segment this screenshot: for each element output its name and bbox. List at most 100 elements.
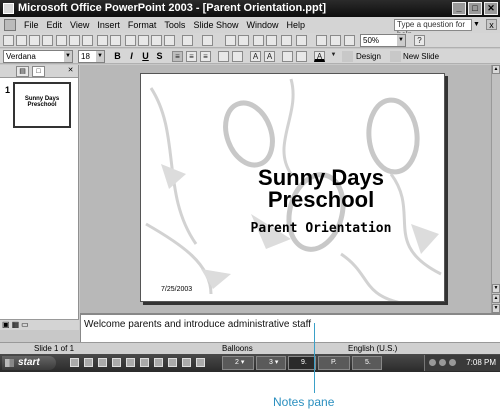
slide-canvas[interactable]: Sunny Days Preschool Parent Orientation …: [140, 73, 445, 302]
numbering-icon[interactable]: [218, 51, 229, 62]
copy-icon[interactable]: [138, 35, 149, 46]
undo-icon[interactable]: [182, 35, 193, 46]
quick-launch-icon[interactable]: [168, 358, 177, 367]
menu-window[interactable]: Window: [246, 17, 278, 33]
menu-format[interactable]: Format: [128, 17, 157, 33]
table-icon[interactable]: [253, 35, 264, 46]
menu-edit[interactable]: Edit: [47, 17, 63, 33]
decrease-font-icon[interactable]: A: [264, 51, 275, 62]
menu-slide-show[interactable]: Slide Show: [193, 17, 238, 33]
help-icon[interactable]: ?: [414, 35, 425, 46]
research-icon[interactable]: [110, 35, 121, 46]
slide-date[interactable]: 7/25/2003: [161, 286, 192, 293]
scroll-down-icon[interactable]: ▼: [492, 284, 500, 293]
app-icon[interactable]: [3, 3, 14, 14]
help-dropdown-icon[interactable]: ▼: [473, 19, 482, 31]
font-select[interactable]: Verdana ▼: [3, 50, 73, 63]
bullets-icon[interactable]: [232, 51, 243, 62]
grid-icon[interactable]: [330, 35, 341, 46]
new-icon[interactable]: [3, 35, 14, 46]
new-slide-icon[interactable]: [390, 51, 401, 62]
vertical-scrollbar[interactable]: ▲ ▼ ▲ ▼: [491, 65, 500, 313]
new-slide-button[interactable]: New Slide: [403, 50, 439, 63]
previous-slide-icon[interactable]: ▲: [492, 294, 500, 303]
taskbar-button[interactable]: P.: [318, 356, 350, 370]
taskbar-button[interactable]: 2 ▾: [222, 356, 254, 370]
quick-launch-icon[interactable]: [126, 358, 135, 367]
tables-borders-icon[interactable]: [266, 35, 277, 46]
quick-launch-icon[interactable]: [84, 358, 93, 367]
redo-icon[interactable]: [202, 35, 213, 46]
quick-launch-icon[interactable]: [112, 358, 121, 367]
shadow-button[interactable]: S: [154, 50, 165, 63]
slide-show-icon[interactable]: ▭: [21, 320, 31, 329]
color-grayscale-icon[interactable]: [344, 35, 355, 46]
font-color-icon[interactable]: A: [314, 51, 325, 62]
tray-icon[interactable]: [449, 359, 456, 366]
menu-tools[interactable]: Tools: [164, 17, 185, 33]
slide-subtitle[interactable]: Parent Orientation: [231, 221, 411, 236]
permission-icon[interactable]: [42, 35, 53, 46]
font-size-select[interactable]: 18 ▼: [78, 50, 105, 63]
open-icon[interactable]: [16, 35, 27, 46]
start-button[interactable]: start: [2, 356, 56, 370]
notes-pane[interactable]: Welcome parents and introduce administra…: [80, 313, 500, 342]
maximize-button[interactable]: □: [468, 2, 482, 15]
tray-icon[interactable]: [439, 359, 446, 366]
outline-tab[interactable]: ▤: [16, 66, 29, 77]
bold-button[interactable]: B: [112, 50, 123, 63]
underline-button[interactable]: U: [140, 50, 151, 63]
paste-icon[interactable]: [151, 35, 162, 46]
slide-sorter-icon[interactable]: ▦: [12, 320, 22, 329]
quick-launch-icon[interactable]: [140, 358, 149, 367]
email-icon[interactable]: [56, 35, 67, 46]
menu-file[interactable]: File: [24, 17, 39, 33]
slide-title[interactable]: Sunny Days Preschool: [231, 167, 411, 211]
align-left-icon[interactable]: ≡: [172, 51, 183, 62]
quick-launch-icon[interactable]: [182, 358, 191, 367]
close-button[interactable]: ✕: [484, 2, 498, 15]
increase-font-icon[interactable]: A: [250, 51, 261, 62]
menu-view[interactable]: View: [70, 17, 89, 33]
quick-launch-icon[interactable]: [196, 358, 205, 367]
expand-all-icon[interactable]: [296, 35, 307, 46]
taskbar-button[interactable]: 3 ▾: [256, 356, 286, 370]
chevron-down-icon[interactable]: ▼: [96, 51, 104, 62]
chart-icon[interactable]: [238, 35, 249, 46]
hyperlink-icon[interactable]: [225, 35, 236, 46]
italic-button[interactable]: I: [126, 50, 137, 63]
chevron-down-icon[interactable]: ▼: [64, 51, 72, 62]
quick-launch-icon[interactable]: [98, 358, 107, 367]
document-icon[interactable]: [4, 19, 16, 31]
minimize-button[interactable]: _: [452, 2, 466, 15]
taskbar-button[interactable]: 9.: [288, 356, 316, 370]
quick-launch-icon[interactable]: [154, 358, 163, 367]
format-painter-icon[interactable]: [164, 35, 175, 46]
zoom-select[interactable]: 50% ▼: [360, 34, 406, 47]
scroll-up-icon[interactable]: ▲: [492, 65, 500, 74]
cut-icon[interactable]: [125, 35, 136, 46]
design-button[interactable]: Design: [356, 50, 381, 63]
print-icon[interactable]: [69, 35, 80, 46]
next-slide-icon[interactable]: ▼: [492, 304, 500, 313]
slide-thumbnail[interactable]: Sunny Days Preschool: [13, 82, 71, 128]
notes-text[interactable]: Welcome parents and introduce administra…: [84, 319, 311, 330]
taskbar-button[interactable]: 5.: [352, 356, 382, 370]
align-right-icon[interactable]: ≡: [200, 51, 211, 62]
align-center-icon[interactable]: ≡: [186, 51, 197, 62]
pane-close-icon[interactable]: ✕: [64, 66, 77, 77]
menu-help[interactable]: Help: [286, 17, 305, 33]
design-icon[interactable]: [342, 51, 353, 62]
insert-chart-icon[interactable]: [281, 35, 292, 46]
chevron-down-icon[interactable]: ▼: [328, 51, 339, 62]
chevron-down-icon[interactable]: ▼: [397, 35, 405, 46]
show-formatting-icon[interactable]: [316, 35, 327, 46]
quick-launch-icon[interactable]: [70, 358, 79, 367]
menu-insert[interactable]: Insert: [97, 17, 120, 33]
slides-tab[interactable]: □: [32, 66, 45, 77]
spelling-icon[interactable]: [97, 35, 108, 46]
normal-view-icon[interactable]: ▣: [2, 320, 12, 329]
save-icon[interactable]: [29, 35, 40, 46]
tray-icon[interactable]: [429, 359, 436, 366]
decrease-indent-icon[interactable]: [282, 51, 293, 62]
